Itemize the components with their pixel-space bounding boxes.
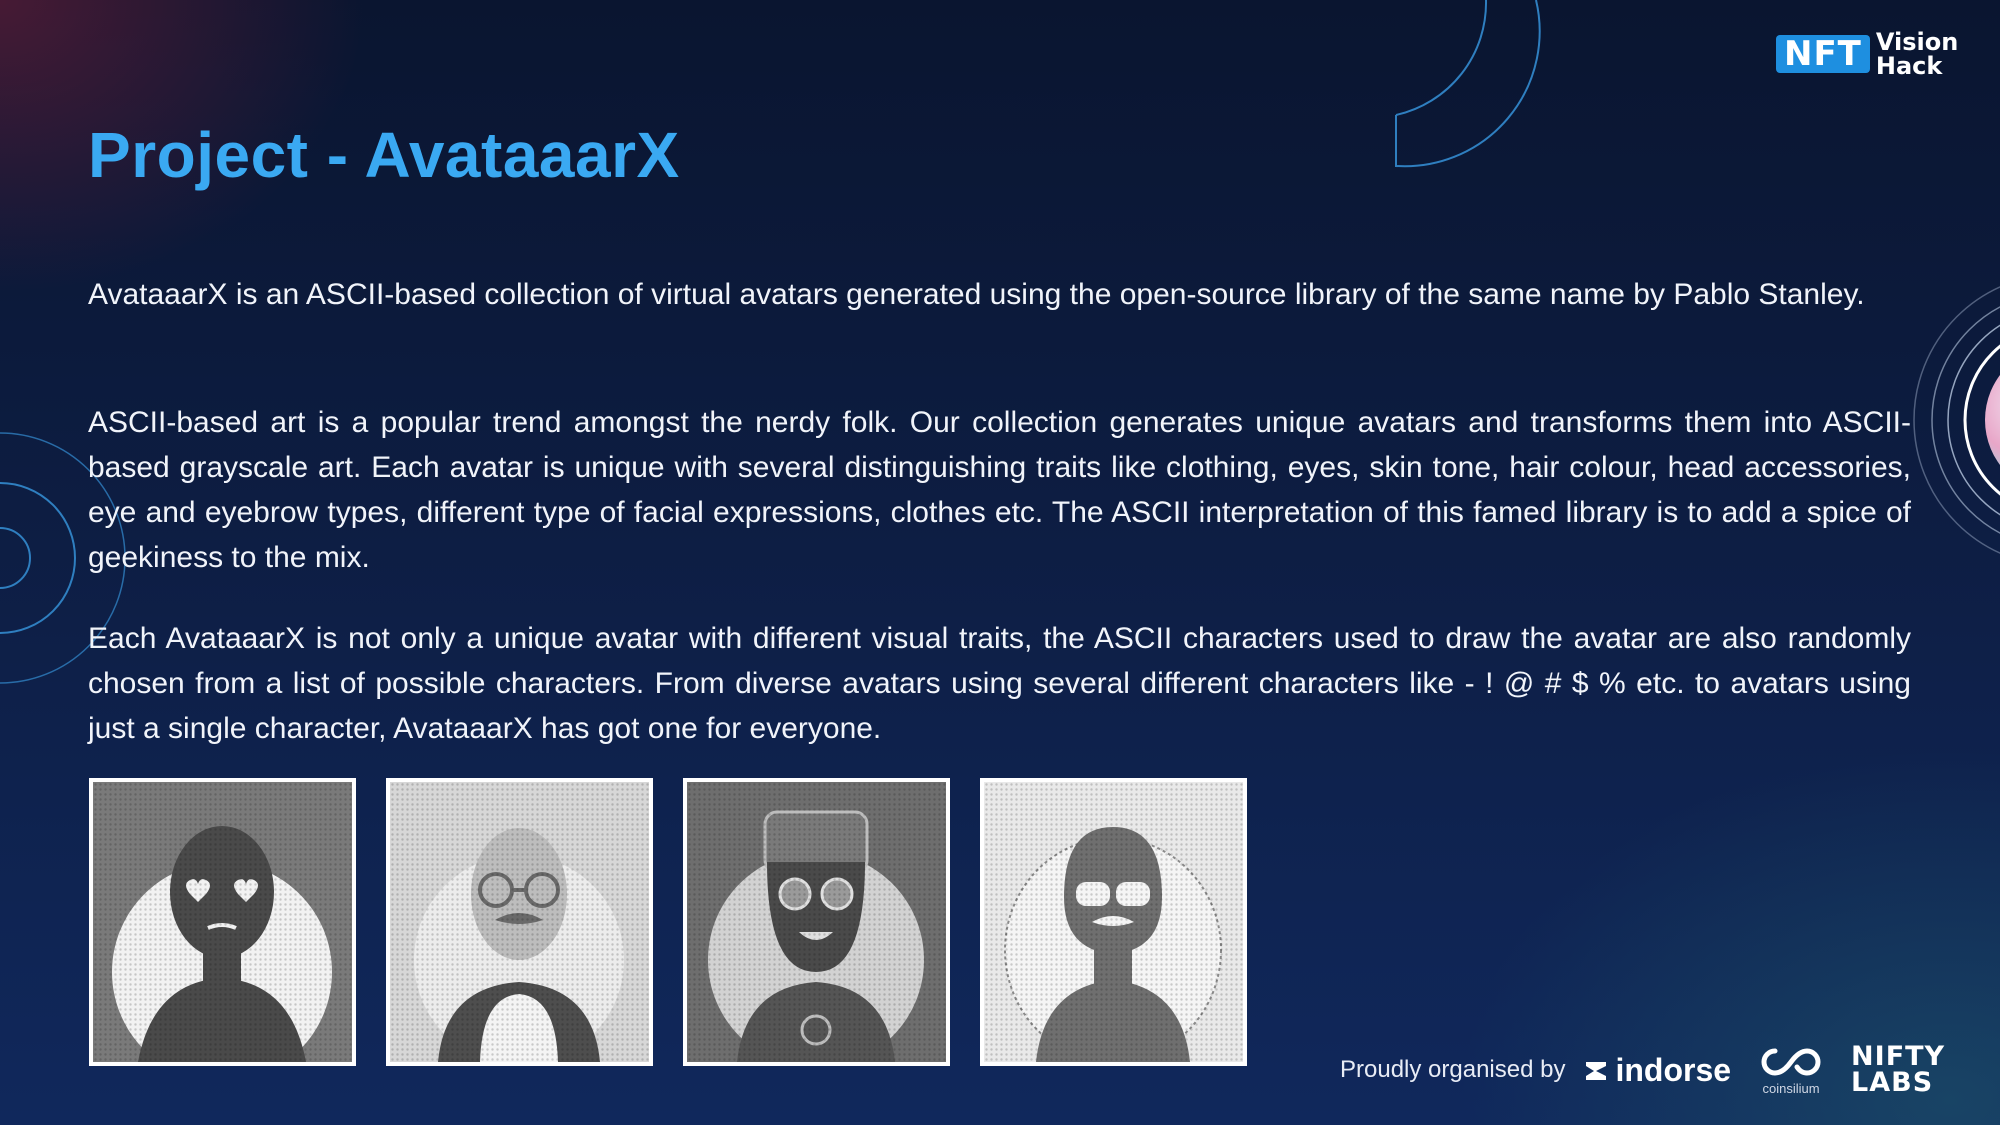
- logo-nft-badge: NFT: [1776, 35, 1870, 73]
- uniqueness-paragraph: Each AvataaarX is not only a unique avat…: [88, 622, 1911, 745]
- organisers-footer: Proudly organised by indorse coinsilium …: [1340, 1040, 1945, 1100]
- ascii-art-paragraph: ASCII-based art is a popular trend among…: [88, 406, 1911, 574]
- labs-label: LABS: [1851, 1067, 1934, 1098]
- logo-vision-hack-text: Vision Hack: [1876, 30, 1958, 78]
- avatar-image-sunglasses-mustache: [980, 778, 1247, 1066]
- organised-by-label: Proudly organised by: [1340, 1056, 1566, 1083]
- logo-vision: Vision: [1875, 28, 1959, 56]
- nifty-labs-logo: NIFTY LABS: [1851, 1043, 1945, 1098]
- infinity-icon: [1761, 1047, 1821, 1076]
- indorse-label: indorse: [1615, 1051, 1732, 1088]
- avatar-image-glasses-mustache: [386, 778, 653, 1066]
- indorse-logo: indorse: [1585, 1052, 1731, 1089]
- page-title: Project - AvataaarX: [88, 119, 680, 191]
- coinsilium-logo: coinsilium: [1755, 1045, 1827, 1096]
- indorse-icon: [1586, 1062, 1607, 1080]
- avatar-image-heart-eyes: [89, 778, 356, 1066]
- intro-paragraph: AvataaarX is an ASCII-based collection o…: [88, 278, 1865, 311]
- avatar-image-beard-glasses: [683, 778, 950, 1066]
- nft-vision-hack-logo: NFT Vision Hack: [1776, 30, 1958, 78]
- logo-hack: Hack: [1875, 52, 1943, 80]
- coinsilium-label: coinsilium: [1762, 1080, 1820, 1096]
